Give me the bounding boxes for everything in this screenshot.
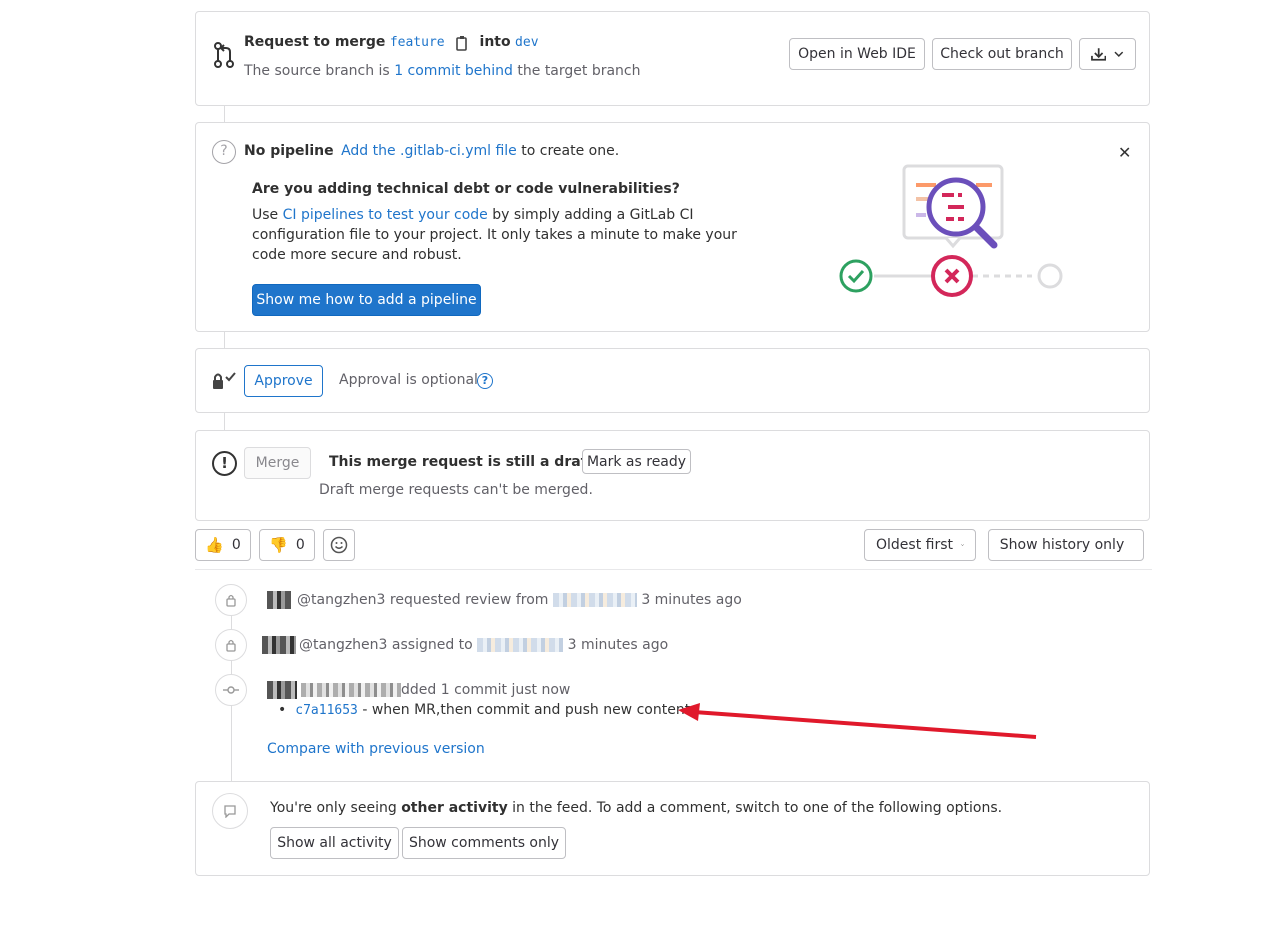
activity-time: 3 minutes ago — [641, 592, 742, 608]
feed-notice-prefix: You're only seeing — [270, 800, 397, 816]
download-icon — [1091, 48, 1107, 61]
warning-circle-icon: ! — [212, 451, 237, 476]
merge-request-icon — [214, 42, 234, 68]
copy-branch-icon[interactable] — [455, 35, 469, 51]
divider — [195, 569, 1152, 570]
feed-notice-bold: other activity — [401, 800, 508, 816]
bullet: • — [278, 702, 287, 718]
timeline-connector — [224, 331, 225, 349]
pipeline-body-line3: code more secure and robust. — [252, 247, 462, 263]
pipeline-body-line2: configuration file to your project. It o… — [252, 227, 737, 243]
pipeline-illustration — [839, 164, 1063, 297]
approve-button[interactable]: Approve — [244, 365, 323, 397]
annotation-arrow — [678, 703, 1037, 739]
thumbs-down-count: 0 — [295, 537, 305, 553]
into-label: into — [479, 34, 511, 50]
help-icon[interactable]: ? — [477, 373, 493, 389]
source-branch-link[interactable]: feature — [390, 35, 445, 50]
activity-item: @tangzhen3 assigned to 3 minutes ago — [262, 636, 668, 654]
show-pipeline-button[interactable]: Show me how to add a pipeline — [252, 284, 481, 316]
compare-versions-link[interactable]: Compare with previous version — [267, 741, 485, 757]
activity-item: dded 1 commit just now — [267, 681, 570, 699]
commit-sha-link[interactable]: c7a11653 — [295, 703, 358, 718]
timeline-commit-icon — [215, 674, 247, 706]
redacted-user — [301, 683, 401, 697]
download-dropdown-button[interactable] — [1079, 38, 1136, 70]
merge-button[interactable]: Merge — [244, 447, 311, 479]
sort-dropdown[interactable]: Oldest first — [864, 529, 976, 561]
timeline-connector — [224, 413, 225, 431]
redacted-user — [477, 638, 564, 652]
show-all-activity-button[interactable]: Show all activity — [270, 827, 399, 859]
pipeline-suffix: to create one. — [521, 143, 620, 159]
activity-item: @tangzhen3 requested review from 3 minut… — [267, 591, 742, 609]
timeline-connector — [224, 105, 225, 123]
thumbs-down-button[interactable]: 👎 0 — [259, 529, 315, 561]
timeline-user-icon — [215, 584, 247, 616]
avatar — [262, 636, 296, 654]
chevron-down-icon — [961, 544, 964, 546]
merge-widget: ! Merge This merge request is still a dr… — [195, 430, 1150, 521]
activity-action: assigned to — [391, 637, 473, 653]
pipeline-body-prefix: Use — [252, 207, 279, 223]
no-pipeline-title: No pipeline — [244, 143, 334, 159]
ci-pipelines-link[interactable]: CI pipelines to test your code — [283, 207, 488, 223]
branch-status-prefix: The source branch is — [244, 63, 390, 79]
draft-status-text: This merge request is still a draft. — [329, 454, 599, 470]
pipeline-body-line1: by simply adding a GitLab CI — [492, 207, 694, 223]
add-reaction-button[interactable] — [323, 529, 355, 561]
mark-as-ready-button[interactable]: Mark as ready — [582, 449, 691, 474]
open-in-web-ide-button[interactable]: Open in Web IDE — [789, 38, 925, 70]
activity-filter-dropdown[interactable]: Show history only — [988, 529, 1144, 561]
thumbs-up-count: 0 — [231, 537, 241, 553]
approval-widget: Approve Approval is optional ? — [195, 348, 1150, 413]
approval-lock-icon — [213, 372, 236, 389]
target-branch-link[interactable]: dev — [515, 35, 538, 50]
cannot-merge-text: Draft merge requests can't be merged. — [319, 482, 593, 498]
activity-action: requested review from — [389, 592, 549, 608]
commit-message: - when MR,then commit and push new conte… — [362, 702, 691, 718]
thumbs-up-icon: 👍 — [205, 536, 224, 554]
activity-action: dded 1 commit just now — [401, 682, 571, 698]
sort-dropdown-label: Oldest first — [876, 537, 953, 553]
question-circle-icon: ? — [212, 140, 236, 164]
activity-user[interactable]: @tangzhen3 — [297, 592, 385, 608]
activity-user[interactable]: @tangzhen3 — [299, 637, 387, 653]
close-icon[interactable]: ✕ — [1118, 143, 1131, 162]
feed-notice-suffix: in the feed. To add a comment, switch to… — [512, 800, 1003, 816]
activity-time: 3 minutes ago — [567, 637, 669, 653]
smiley-icon — [330, 536, 348, 554]
chevron-down-icon — [1114, 51, 1124, 57]
pipeline-heading: Are you adding technical debt or code vu… — [252, 181, 680, 197]
thumbs-up-button[interactable]: 👍 0 — [195, 529, 251, 561]
pipeline-widget: ? No pipeline Add the .gitlab-ci.yml fil… — [195, 122, 1150, 332]
commits-behind-link[interactable]: 1 commit behind — [394, 63, 513, 79]
show-comments-only-button[interactable]: Show comments only — [402, 827, 566, 859]
request-to-merge-label: Request to merge — [244, 34, 386, 50]
redacted-user — [552, 593, 637, 607]
approval-optional-text: Approval is optional — [339, 372, 478, 388]
check-out-branch-button[interactable]: Check out branch — [932, 38, 1072, 70]
commit-list-item: • c7a11653 - when MR,then commit and push… — [278, 702, 690, 718]
avatar — [267, 681, 297, 699]
add-gitlab-ci-link[interactable]: Add the .gitlab-ci.yml file — [341, 143, 517, 159]
activity-filter-label: Show history only — [999, 537, 1125, 553]
feed-notice: You're only seeing other activity in the… — [195, 781, 1150, 876]
comment-icon — [212, 793, 248, 829]
branch-status-suffix: the target branch — [517, 63, 641, 79]
thumbs-down-icon: 👎 — [269, 536, 288, 554]
avatar — [267, 591, 291, 609]
timeline-user-icon — [215, 629, 247, 661]
merge-request-header: Request to merge feature into dev The so… — [195, 11, 1150, 106]
